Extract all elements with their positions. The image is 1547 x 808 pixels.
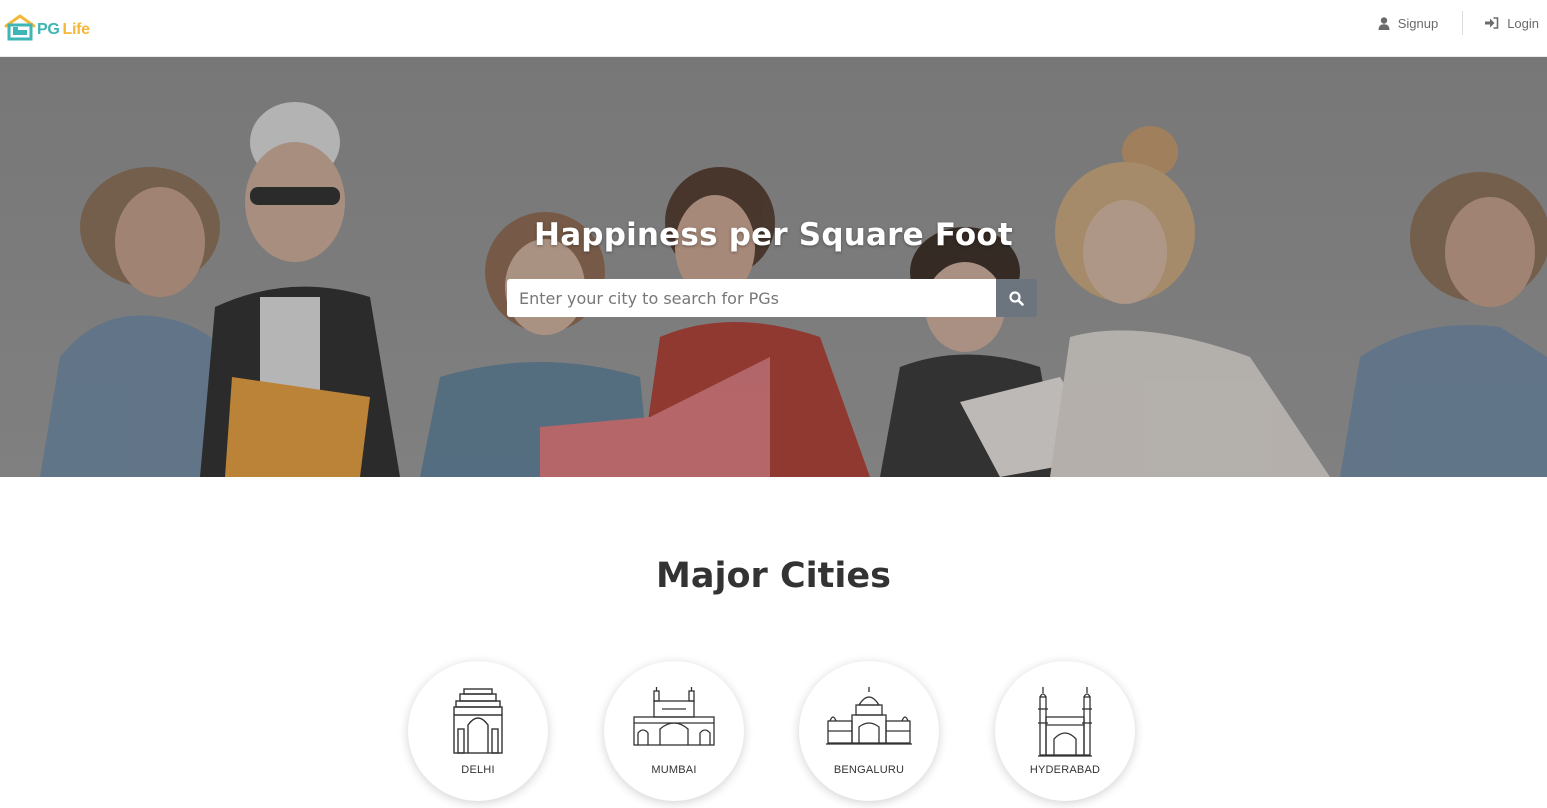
hero-banner: Happiness per Square Foot [0,57,1547,477]
user-icon [1378,16,1390,30]
india-gate-icon [453,688,503,754]
city-name: MUMBAI [651,764,697,776]
city-search-form [507,279,1037,317]
major-cities-list: DELHI MUMBAI BENGALURU HYDERABAD [0,661,1547,808]
login-label: Login [1507,15,1539,31]
brand-pg: PG [37,21,60,38]
brand-name: PG Life [37,21,90,39]
city-name: DELHI [461,764,495,776]
nav-links: Signup Login [1378,0,1539,46]
top-navbar: PG Life Signup Login [0,0,1547,57]
signup-link[interactable]: Signup [1378,16,1438,31]
brand-logo[interactable]: PG Life [4,11,90,41]
sign-in-icon [1485,17,1499,29]
hero-title: Happiness per Square Foot [534,217,1013,253]
search-icon [1009,290,1024,306]
brand-life: Life [62,21,91,38]
city-card-delhi[interactable]: DELHI [408,661,548,801]
charminar-icon [1038,687,1092,757]
city-card-bengaluru[interactable]: BENGALURU [799,661,939,801]
nav-divider [1462,11,1464,35]
major-cities-title: Major Cities [656,556,891,596]
city-name: BENGALURU [833,764,905,776]
hero-overlay [0,57,1547,477]
house-icon [4,14,36,41]
city-name: HYDERABAD [1029,764,1101,776]
gateway-of-india-icon [633,687,715,746]
city-search-input[interactable] [507,279,996,317]
city-card-hyderabad[interactable]: HYDERABAD [995,661,1135,801]
signup-label: Signup [1397,15,1439,31]
search-button[interactable] [996,279,1037,317]
city-card-mumbai[interactable]: MUMBAI [604,661,744,801]
vidhana-soudha-icon [826,687,912,745]
login-link[interactable]: Login [1485,16,1539,31]
